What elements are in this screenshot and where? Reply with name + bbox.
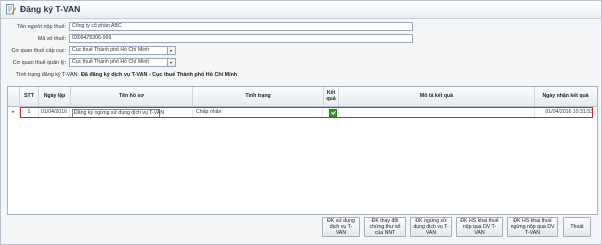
table-row[interactable]: ▸ 1 01/04/2016 Đăng ký ngừng sử dụng dịc… — [8, 107, 597, 118]
title-bar: Đăng ký T-VAN — [1, 1, 601, 19]
cell-stt: 1 — [20, 107, 39, 118]
stop-tvan-button[interactable]: ĐK ngừng sử dụng dịch vụ T-VAN — [410, 217, 452, 237]
col-header-name[interactable]: Tên hồ sơ — [71, 87, 193, 106]
check-icon[interactable] — [329, 109, 337, 117]
tax-authority-issuing-value: Cục thuế Thành phố Hồ Chí Minh — [72, 47, 150, 53]
tax-authority-managing-value: Cục thuế Thành phố Hồ Chí Minh — [72, 59, 150, 65]
submissions-grid: STT Ngày lập Tên hồ sơ Tình trạng Kết qu… — [7, 86, 598, 215]
col-header-date[interactable]: Ngày lập — [39, 87, 71, 106]
taxpayer-name-label: Tên người nộp thuế: — [16, 24, 66, 30]
grid-header: STT Ngày lập Tên hồ sơ Tình trạng Kết qu… — [8, 87, 597, 107]
registration-status-value: Đã đăng ký dịch vụ T-VAN - Cục thuế Thàn… — [81, 72, 238, 78]
tax-authority-managing-label: Cơ quan thuế quản lý: — [12, 60, 66, 66]
cell-result-desc — [339, 107, 535, 118]
cell-name-container[interactable]: Đăng ký ngừng sử dụng dịch vụ T-VAN — [71, 107, 193, 118]
registration-status-label: Tình trạng đăng ký T-VAN: — [15, 72, 79, 78]
chevron-down-icon[interactable] — [167, 47, 175, 54]
register-file-submission-button[interactable]: ĐK HS khai thuế nộp qua DV T-VAN — [456, 217, 503, 237]
tax-authority-managing-select[interactable]: Cục thuế Thành phố Hồ Chí Minh — [69, 58, 176, 67]
row-pointer-icon: ▸ — [8, 107, 20, 118]
tax-code-field[interactable]: 0309478306-999 — [69, 34, 413, 43]
tvan-registration-window: Đăng ký T-VAN Tên người nộp thuế: Công t… — [0, 0, 602, 245]
exit-button[interactable]: Thoát — [563, 217, 591, 237]
cell-name-editor[interactable]: Đăng ký ngừng sử dụng dịch vụ T-VAN — [72, 108, 164, 118]
stop-file-submission-button[interactable]: ĐK HS khai thuế ngừng nộp qua DV T-VAN — [507, 217, 558, 237]
cell-status: Chấp nhận — [193, 107, 323, 118]
cell-date: 01/04/2016 — [39, 107, 70, 118]
window-title: Đăng ký T-VAN — [20, 4, 81, 14]
col-header-stt[interactable]: STT — [20, 87, 39, 106]
cell-received: 01/04/2016 10:31:53 — [545, 109, 593, 115]
taxpayer-name-field[interactable]: Công ty cổ phần ABC — [69, 22, 413, 31]
chevron-down-icon[interactable] — [167, 59, 175, 66]
indicator-header — [8, 87, 20, 106]
tax-code-label: Mã số thuế: — [37, 36, 66, 42]
tax-authority-issuing-label: Cơ quan thuế cấp cục: — [11, 48, 66, 54]
tax-authority-issuing-select[interactable]: Cục thuế Thành phố Hồ Chí Minh — [69, 46, 176, 55]
cell-result[interactable] — [324, 107, 339, 118]
register-tvan-button[interactable]: ĐK sử dụng dịch vụ T-VAN — [322, 217, 360, 237]
col-header-result-desc[interactable]: Mô tả kết quả — [339, 87, 535, 106]
col-header-received[interactable]: Ngày nhận kết quả — [535, 87, 596, 106]
edit-document-icon — [6, 4, 16, 15]
change-certificate-button[interactable]: ĐK thay đổi chứng thư số của NNT — [364, 217, 406, 237]
col-header-result[interactable]: Kết quả — [324, 87, 339, 106]
col-header-status[interactable]: Tình trạng — [193, 87, 324, 106]
